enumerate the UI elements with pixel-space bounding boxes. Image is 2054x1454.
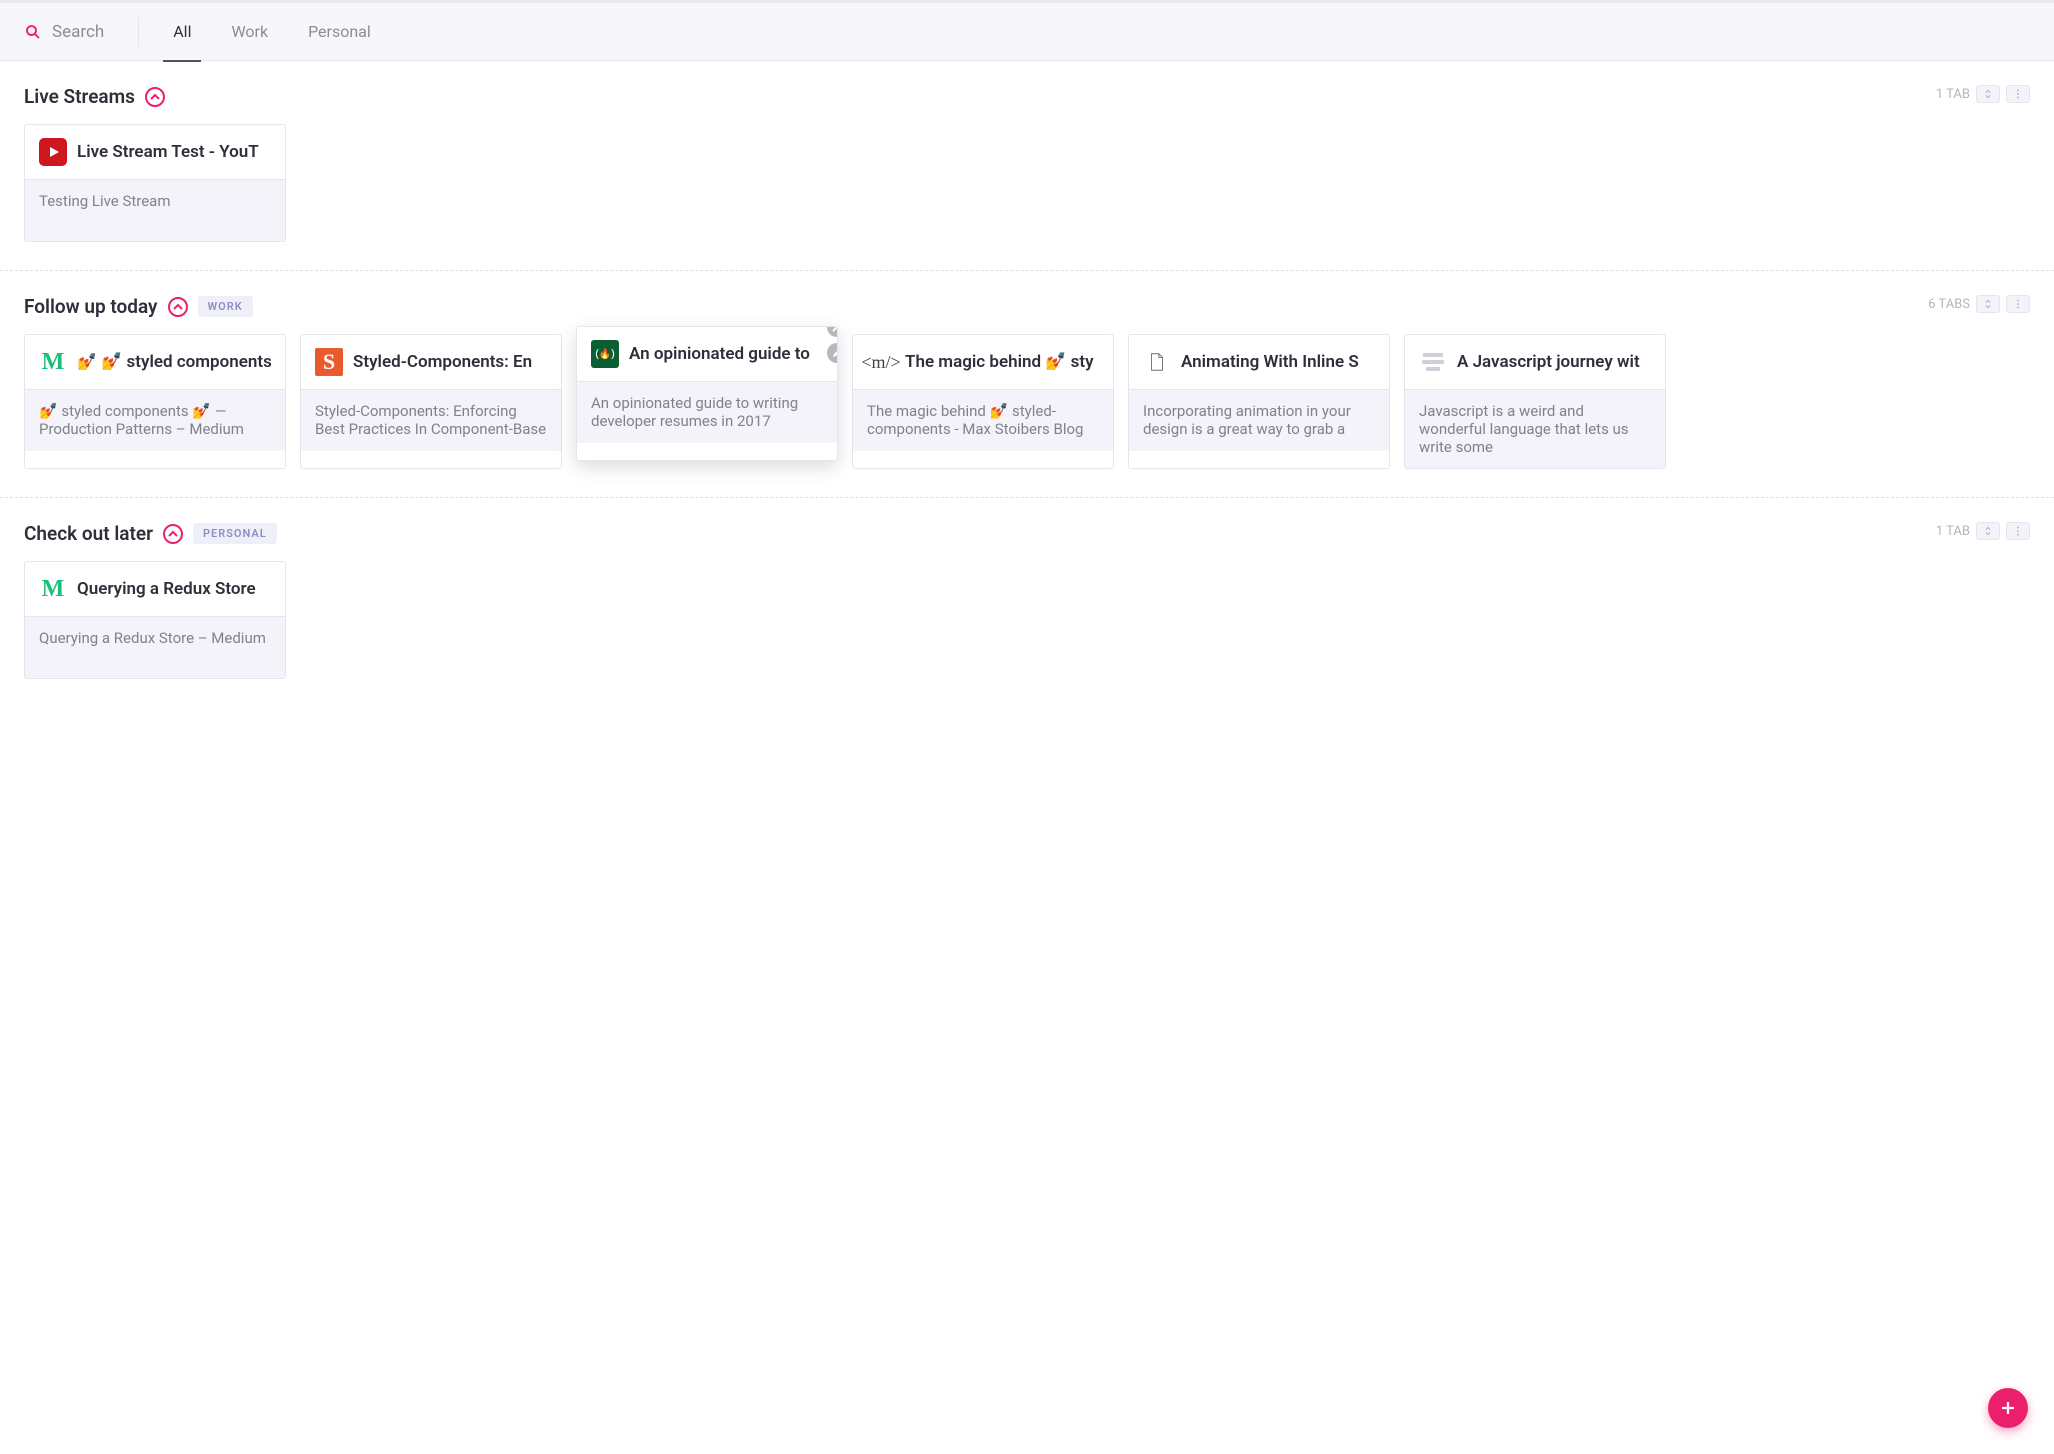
chevron-up-icon: [150, 92, 160, 102]
tab-card[interactable]: A Javascript journey wit Javascript is a…: [1404, 334, 1666, 469]
card-subtitle: Incorporating animation in your design i…: [1129, 389, 1389, 451]
section-header: Live Streams: [24, 85, 2030, 108]
mx-icon: <m/>: [867, 348, 895, 376]
collapse-toggle[interactable]: [163, 524, 183, 544]
card-subtitle: Javascript is a weird and wonderful lang…: [1405, 389, 1665, 468]
sort-icon: [1983, 526, 1993, 536]
more-button[interactable]: [2006, 295, 2030, 313]
card-subtitle: Testing Live Stream: [25, 179, 285, 241]
tab-card[interactable]: M 💅 💅 styled components 💅 styled compone…: [24, 334, 286, 469]
card-title: A Javascript journey wit: [1457, 352, 1640, 372]
section-meta: 6 TABS: [1928, 295, 2030, 313]
medium-icon: M: [39, 348, 67, 376]
article-icon: [1419, 348, 1447, 376]
card-title: 💅 💅 styled components: [77, 352, 271, 372]
sort-button[interactable]: [1976, 295, 2000, 313]
card-close-button[interactable]: [827, 326, 838, 337]
collapse-toggle[interactable]: [145, 87, 165, 107]
tab-card[interactable]: S Styled-Components: En Styled-Component…: [300, 334, 562, 469]
tab-count: 1 TAB: [1936, 524, 1970, 539]
card-title: Animating With Inline S: [1181, 352, 1359, 372]
section-header: Check out later PERSONAL: [24, 522, 2030, 545]
sort-button[interactable]: [1976, 85, 2000, 103]
medium-icon: M: [39, 575, 67, 603]
sort-icon: [1983, 89, 1993, 99]
filter-tab-personal[interactable]: Personal: [308, 3, 371, 61]
file-icon: [1143, 348, 1171, 376]
card-subtitle: 💅 styled components 💅 — Production Patte…: [25, 389, 285, 451]
tab-count: 6 TABS: [1928, 297, 1970, 312]
section-header: Follow up today WORK: [24, 295, 2030, 318]
card-actions: [827, 326, 838, 363]
sort-icon: [1983, 299, 1993, 309]
youtube-icon: [39, 138, 67, 166]
filter-tab-all[interactable]: All: [173, 3, 191, 61]
tab-card[interactable]: Animating With Inline S Incorporating an…: [1128, 334, 1390, 469]
search-label: Search: [52, 22, 104, 42]
tab-card[interactable]: Live Stream Test - YouT Testing Live Str…: [24, 124, 286, 242]
plus-icon: [1999, 1399, 2017, 1417]
card-title: Live Stream Test - YouT: [77, 142, 259, 162]
card-title: The magic behind 💅 sty: [905, 352, 1094, 372]
filter-tab-work[interactable]: Work: [231, 3, 268, 61]
section-live-streams: Live Streams 1 TAB Live Stream Test - Yo…: [0, 61, 2054, 270]
section-meta: 1 TAB: [1936, 522, 2030, 540]
tab-card[interactable]: (🔥) An opinionated guide to An opinionat…: [576, 326, 838, 461]
card-subtitle: An opinionated guide to writing develope…: [577, 381, 837, 443]
card-subtitle: Styled-Components: Enforcing Best Practi…: [301, 389, 561, 451]
divider: [138, 17, 139, 47]
tab-card[interactable]: M Querying a Redux Store Querying a Redu…: [24, 561, 286, 679]
more-button[interactable]: [2006, 522, 2030, 540]
card-grid: M 💅 💅 styled components 💅 styled compone…: [24, 334, 2030, 469]
search-icon: [24, 23, 42, 41]
kebab-icon: [2013, 526, 2023, 536]
tag-badge[interactable]: WORK: [198, 296, 253, 317]
freecodecamp-icon: (🔥): [591, 340, 619, 368]
chevron-up-icon: [173, 302, 183, 312]
section-title: Check out later: [24, 522, 153, 545]
kebab-icon: [2013, 89, 2023, 99]
smashing-icon: S: [315, 348, 343, 376]
kebab-icon: [2013, 299, 2023, 309]
section-meta: 1 TAB: [1936, 85, 2030, 103]
section-follow-up-today: Follow up today WORK 6 TABS M 💅 💅 styled…: [0, 270, 2054, 497]
chevron-up-icon: [168, 529, 178, 539]
collapse-toggle[interactable]: [168, 297, 188, 317]
card-title: Querying a Redux Store: [77, 579, 256, 599]
close-icon: [832, 326, 838, 332]
add-button[interactable]: [1988, 1388, 2028, 1428]
filter-tabs: All Work Personal: [173, 3, 371, 61]
top-bar: Search All Work Personal: [0, 3, 2054, 61]
tab-count: 1 TAB: [1936, 87, 1970, 102]
search-trigger[interactable]: Search: [24, 22, 104, 42]
section-title: Live Streams: [24, 85, 135, 108]
section-check-out-later: Check out later PERSONAL 1 TAB M Queryin…: [0, 497, 2054, 707]
card-subtitle: The magic behind 💅 styled-components - M…: [853, 389, 1113, 451]
section-title: Follow up today: [24, 295, 158, 318]
card-title: An opinionated guide to: [629, 344, 810, 364]
card-title: Styled-Components: En: [353, 352, 532, 372]
tab-card[interactable]: <m/> The magic behind 💅 sty The magic be…: [852, 334, 1114, 469]
more-button[interactable]: [2006, 85, 2030, 103]
pencil-icon: [832, 348, 838, 358]
card-grid: Live Stream Test - YouT Testing Live Str…: [24, 124, 2030, 242]
tag-badge[interactable]: PERSONAL: [193, 523, 277, 544]
card-grid: M Querying a Redux Store Querying a Redu…: [24, 561, 2030, 679]
card-subtitle: Querying a Redux Store – Medium: [25, 616, 285, 678]
nail-polish-emoji-icon: 💅: [77, 352, 97, 371]
card-edit-button[interactable]: [827, 343, 838, 363]
sort-button[interactable]: [1976, 522, 2000, 540]
